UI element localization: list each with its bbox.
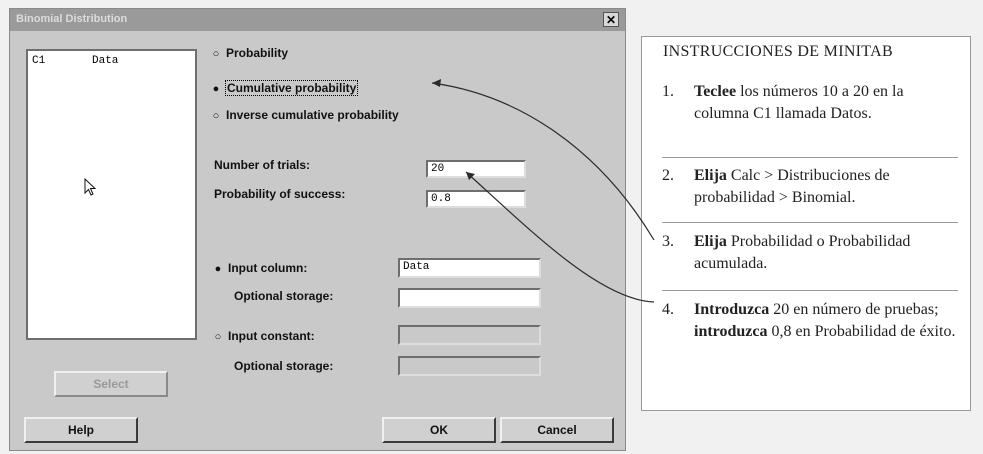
callout-arrows: [431, 79, 655, 303]
arrow-to-trials: [465, 171, 655, 303]
arrowhead-cumulative: [432, 79, 441, 87]
arrow-to-cumulative: [431, 82, 655, 241]
